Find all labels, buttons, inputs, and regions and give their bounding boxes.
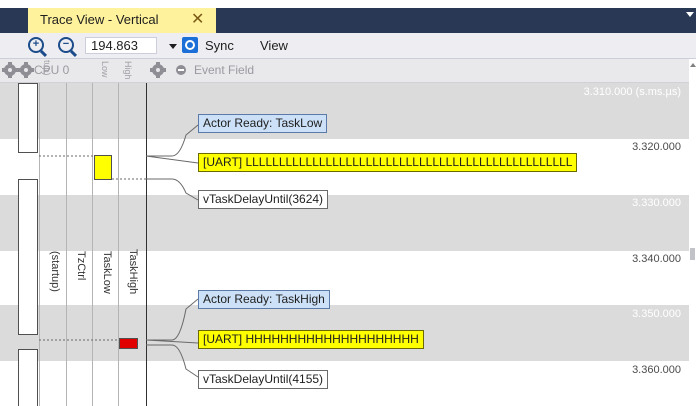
tab-list-dropdown-icon[interactable] bbox=[686, 12, 694, 17]
event-uart-tasklow[interactable]: [UART] LLLLLLLLLLLLLLLLLLLLLLLLLLLLLLLLL… bbox=[198, 153, 578, 172]
close-icon[interactable]: ✕ bbox=[191, 9, 204, 29]
scrollbar-thumb[interactable] bbox=[690, 248, 695, 260]
high-priority-label: High bbox=[123, 61, 133, 80]
event-uart-taskhigh[interactable]: [UART] HHHHHHHHHHHHHHHHHHHH bbox=[198, 330, 424, 349]
scroll-up-arrow-icon[interactable] bbox=[690, 63, 696, 67]
startup-column-fragment: tup) bbox=[42, 60, 52, 76]
event-vtaskdelayuntil-3624[interactable]: vTaskDelayUntil(3624) bbox=[198, 190, 329, 209]
zoom-in-button[interactable]: + bbox=[28, 37, 48, 58]
sync-icon[interactable] bbox=[182, 37, 198, 53]
event-actor-ready-tasklow[interactable]: Actor Ready: TaskLow bbox=[198, 114, 328, 133]
event-field-label: Event Field bbox=[194, 63, 255, 77]
low-priority-label: Low bbox=[100, 61, 110, 78]
zoom-out-button[interactable]: − bbox=[58, 37, 78, 58]
chevron-down-icon[interactable] bbox=[169, 44, 177, 49]
trace-view-canvas[interactable]: 3.310.000 (s.ms.µs) 3.320.000 3.330.000 … bbox=[0, 83, 689, 406]
event-leader-lines bbox=[39, 124, 199, 378]
toolbar: + − 194.863 Sync View bbox=[0, 33, 696, 59]
view-menu[interactable]: View bbox=[260, 38, 288, 53]
zoom-level-input[interactable]: 194.863 bbox=[85, 37, 157, 54]
collapse-icon[interactable] bbox=[176, 65, 186, 75]
vertical-scrollbar[interactable] bbox=[689, 59, 696, 406]
tab-title: Trace View - Vertical bbox=[40, 12, 159, 27]
trace-header-row: CPU 0 tup) Low High Event Field bbox=[0, 59, 696, 83]
event-actor-ready-taskhigh[interactable]: Actor Ready: TaskHigh bbox=[198, 290, 330, 309]
sync-button[interactable]: Sync bbox=[205, 38, 234, 53]
tab-trace-view-vertical[interactable]: Trace View - Vertical ✕ bbox=[28, 8, 216, 33]
event-vtaskdelayuntil-4155[interactable]: vTaskDelayUntil(4155) bbox=[198, 370, 329, 389]
